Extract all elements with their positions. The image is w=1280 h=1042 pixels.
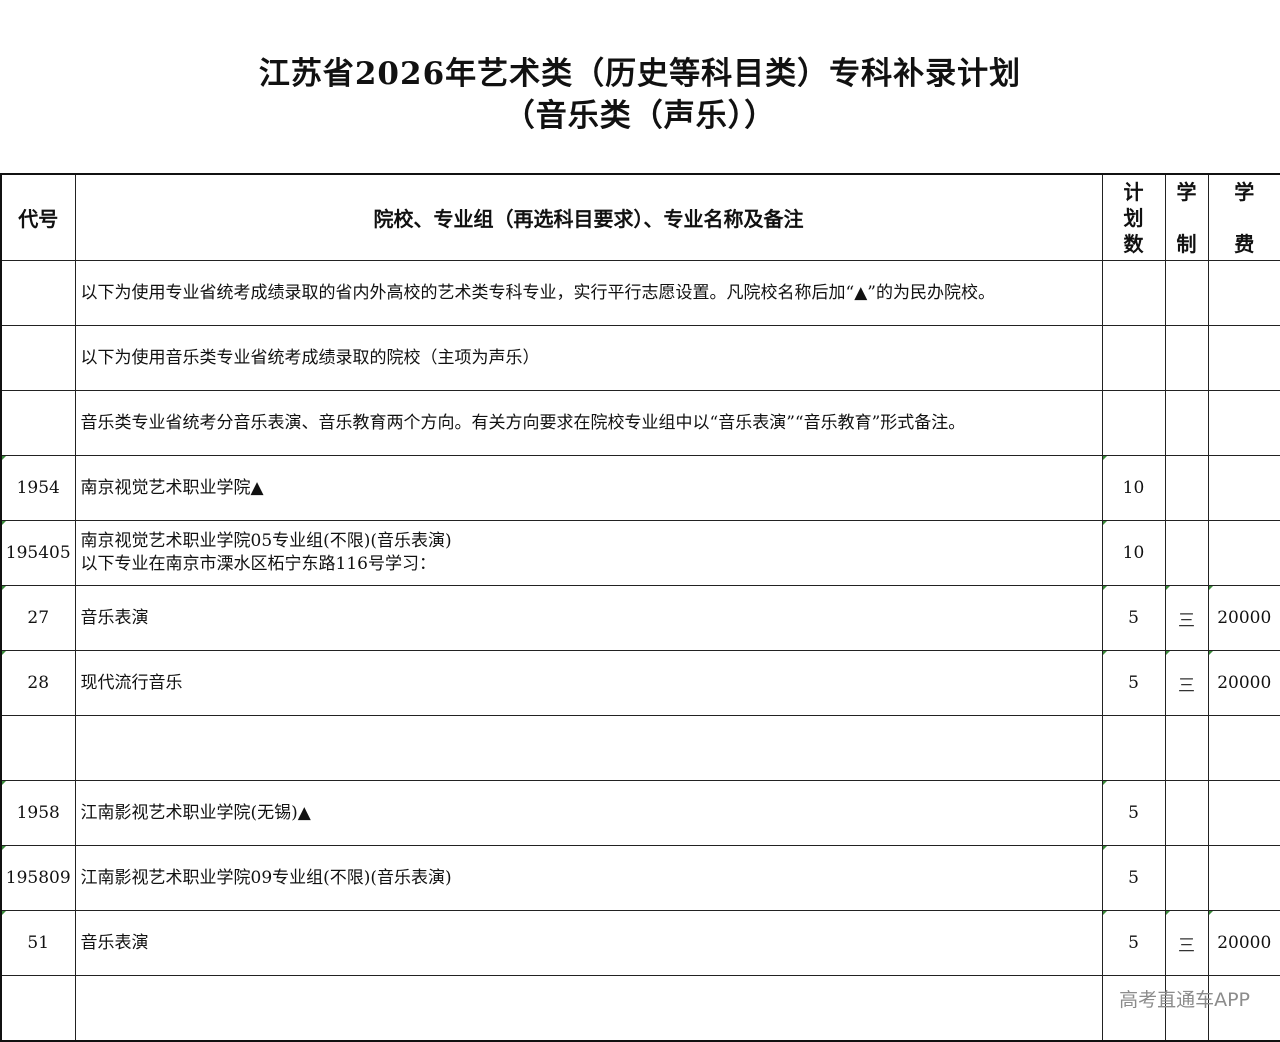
table-row: 27 音乐表演 5 三 20000: [0, 585, 1280, 651]
cell-plan: [1101, 260, 1166, 326]
cell-code: 27: [0, 585, 76, 651]
table-row: 195809 江南影视艺术职业学院09专业组(不限)(音乐表演) 5: [0, 845, 1280, 911]
table-header-row: 代号 院校、专业组（再选科目要求）、专业名称及备注 计 划 数 学 制 学 费: [0, 173, 1280, 261]
header-fee-char: 费: [1234, 231, 1255, 256]
watermark: 高考直通车APP: [1119, 989, 1250, 1011]
cell-plan: 5: [1101, 650, 1166, 716]
header-name: 院校、专业组（再选科目要求）、专业名称及备注: [74, 173, 1103, 261]
cell-name: [74, 715, 1103, 781]
cell-years: [1164, 845, 1209, 911]
table-row: 以下为使用音乐类专业省统考成绩录取的院校（主项为声乐）: [0, 325, 1280, 391]
cell-code: 195809: [0, 845, 76, 911]
cell-name: 江南影视艺术职业学院09专业组(不限)(音乐表演): [74, 845, 1103, 911]
cell-code: [0, 715, 76, 781]
cell-years: 三: [1164, 650, 1209, 716]
cell-years: [1164, 325, 1209, 391]
table-row: 1954 南京视觉艺术职业学院▲ 10: [0, 455, 1280, 521]
cell-fee: [1207, 520, 1280, 586]
cell-name-line: 南京视觉艺术职业学院05专业组(不限)(音乐表演): [80, 531, 452, 551]
table-row: 51 音乐表演 5 三 20000: [0, 910, 1280, 976]
cell-plan: 5: [1101, 780, 1166, 846]
cell-code: 28: [0, 650, 76, 716]
cell-plan: [1101, 325, 1166, 391]
cell-name: 音乐类专业省统考分音乐表演、音乐教育两个方向。有关方向要求在院校专业组中以“音乐…: [74, 390, 1103, 456]
cell-name: 南京视觉艺术职业学院05专业组(不限)(音乐表演) 以下专业在南京市溧水区柘宁东…: [74, 520, 1103, 586]
cell-code: 195405: [0, 520, 76, 586]
cell-name: 现代流行音乐: [74, 650, 1103, 716]
cell-plan: [1101, 390, 1166, 456]
cell-fee: 20000: [1207, 650, 1280, 716]
cell-name: 音乐表演: [74, 910, 1103, 976]
cell-plan: 10: [1101, 455, 1166, 521]
cell-code: 51: [0, 910, 76, 976]
header-fee-char: 学: [1234, 179, 1255, 204]
cell-name: 以下为使用音乐类专业省统考成绩录取的院校（主项为声乐）: [74, 325, 1103, 391]
cell-plan: 10: [1101, 520, 1166, 586]
cell-code: 1954: [0, 455, 76, 521]
page-title: 江苏省2026年艺术类（历史等科目类）专科补录计划: [258, 56, 1022, 92]
header-fee: 学 费: [1207, 173, 1280, 261]
table-row: 以下为使用专业省统考成绩录取的省内外高校的艺术类专科专业，实行平行志愿设置。凡院…: [0, 260, 1280, 326]
cell-fee: [1207, 455, 1280, 521]
cell-name: 南京视觉艺术职业学院▲: [74, 455, 1103, 521]
header-plan: 计 划 数: [1101, 173, 1166, 261]
table-row: 音乐类专业省统考分音乐表演、音乐教育两个方向。有关方向要求在院校专业组中以“音乐…: [0, 390, 1280, 456]
cell-fee: [1207, 260, 1280, 326]
cell-code: [0, 975, 76, 1042]
cell-code: [0, 390, 76, 456]
cell-fee: [1207, 390, 1280, 456]
cell-fee: 20000: [1207, 585, 1280, 651]
cell-years: [1164, 390, 1209, 456]
cell-plan: 5: [1101, 910, 1166, 976]
table-row: 195405 南京视觉艺术职业学院05专业组(不限)(音乐表演) 以下专业在南京…: [0, 520, 1280, 586]
cell-name: 音乐表演: [74, 585, 1103, 651]
header-years-char: 制: [1176, 231, 1197, 256]
page-subtitle: （音乐类（声乐））: [503, 98, 777, 134]
cell-name: 江南影视艺术职业学院(无锡)▲: [74, 780, 1103, 846]
cell-plan: 5: [1101, 845, 1166, 911]
cell-code: 1958: [0, 780, 76, 846]
cell-name: 以下为使用专业省统考成绩录取的省内外高校的艺术类专科专业，实行平行志愿设置。凡院…: [74, 260, 1103, 326]
header-plan-char: 划: [1123, 205, 1144, 230]
cell-years: [1164, 260, 1209, 326]
cell-years: [1164, 455, 1209, 521]
cell-fee: [1207, 325, 1280, 391]
header-plan-char: 数: [1123, 231, 1144, 256]
cell-plan: 5: [1101, 585, 1166, 651]
cell-plan: [1101, 715, 1166, 781]
header-code: 代号: [0, 173, 76, 261]
enrollment-plan-table: 代号 院校、专业组（再选科目要求）、专业名称及备注 计 划 数 学 制 学 费 …: [0, 173, 1280, 1042]
header-years: 学 制: [1164, 173, 1209, 261]
table-row: [0, 715, 1280, 781]
header-years-char: 学: [1176, 179, 1197, 204]
table-row: [0, 975, 1280, 1042]
table-row: 28 现代流行音乐 5 三 20000: [0, 650, 1280, 716]
cell-name-note: 以下专业在南京市溧水区柘宁东路116号学习：: [80, 554, 436, 574]
cell-name: [74, 975, 1103, 1042]
cell-code: [0, 325, 76, 391]
cell-fee: [1207, 780, 1280, 846]
cell-years: 三: [1164, 585, 1209, 651]
cell-fee: [1207, 715, 1280, 781]
header-plan-char: 计: [1123, 179, 1144, 204]
cell-fee: [1207, 845, 1280, 911]
cell-years: [1164, 715, 1209, 781]
cell-years: 三: [1164, 910, 1209, 976]
cell-years: [1164, 780, 1209, 846]
cell-code: [0, 260, 76, 326]
cell-fee: 20000: [1207, 910, 1280, 976]
cell-years: [1164, 520, 1209, 586]
table-row: 1958 江南影视艺术职业学院(无锡)▲ 5: [0, 780, 1280, 846]
